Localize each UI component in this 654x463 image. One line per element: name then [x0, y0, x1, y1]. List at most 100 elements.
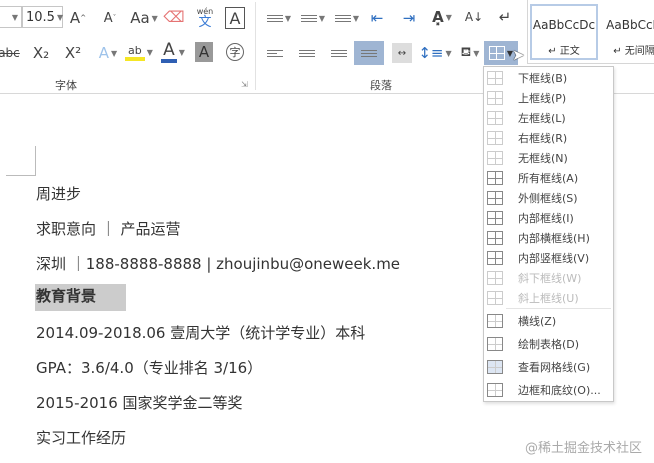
superscript-button[interactable]: X² — [62, 42, 84, 64]
menu-separator — [506, 308, 611, 309]
border-menu-item[interactable]: 下框线(B) — [484, 68, 613, 88]
font-size-dropdown[interactable]: 10.5 ▼ — [22, 6, 63, 28]
distributed-button[interactable]: ↔ — [392, 43, 412, 63]
menu-item-label: 横线(Z) — [518, 315, 557, 328]
border-menu-item[interactable]: 内部框线(I) — [484, 208, 613, 228]
border-option-icon — [487, 251, 503, 265]
border-option-icon — [487, 314, 503, 328]
menu-item-label: 斜下框线(W) — [518, 272, 582, 285]
border-option-icon — [487, 231, 503, 245]
chevron-down-icon: ▼ — [151, 13, 158, 23]
decrease-indent-button[interactable]: ⇤ — [366, 8, 388, 28]
text-effects-button[interactable]: A ▼ — [95, 42, 121, 64]
multilevel-list-button[interactable]: ▼ — [332, 8, 362, 28]
highlight-button[interactable]: ab ▼ — [124, 40, 154, 64]
phonetic-char: 文 — [198, 14, 212, 30]
menu-item-label: 绘制表格(D) — [518, 338, 580, 351]
font-dialog-launcher-icon[interactable]: ⇲ — [241, 80, 248, 89]
border-menu-item[interactable]: 斜上框线(U) — [484, 288, 613, 308]
border-option-icon — [487, 171, 503, 185]
subscript-button[interactable]: X₂ — [30, 42, 52, 64]
strikethrough-button[interactable]: abc — [0, 42, 22, 64]
border-option-icon — [487, 271, 503, 285]
style-name: ↵ 正文 — [548, 46, 580, 57]
font-group-label: 字体 — [55, 79, 77, 92]
border-menu-item[interactable]: 所有框线(A) — [484, 168, 613, 188]
grow-font-icon: A — [69, 9, 81, 27]
bullets-icon — [266, 13, 283, 24]
border-menu-item[interactable]: 边框和底纹(O)... — [484, 380, 613, 400]
show-marks-button[interactable]: ↵ — [494, 6, 516, 28]
bullets-button[interactable]: ▼ — [264, 8, 294, 28]
font-color-icon: A — [161, 41, 177, 63]
menu-item-label: 内部竖框线(V) — [518, 252, 590, 265]
character-border-button[interactable]: A — [225, 7, 245, 29]
shrink-font-button[interactable]: Aˇ — [100, 7, 120, 29]
border-menu-item[interactable]: 横线(Z) — [484, 311, 613, 331]
border-option-icon — [487, 337, 503, 351]
border-menu-item[interactable]: 内部横框线(H) — [484, 228, 613, 248]
menu-item-label: 上框线(P) — [518, 92, 567, 105]
justify-button[interactable] — [354, 41, 384, 65]
doc-education-line[interactable]: 2014.09-2018.06 壹周大学（统计学专业）本科 — [36, 322, 365, 343]
increase-indent-button[interactable]: ⇥ — [398, 8, 420, 28]
doc-heading-experience[interactable]: 实习工作经历 — [36, 427, 126, 448]
align-center-button[interactable] — [296, 44, 318, 62]
shrink-font-icon: A — [103, 10, 113, 26]
font-name-dropdown[interactable]: ▼ — [0, 6, 22, 28]
line-spacing-button[interactable]: ↕≡ ▼ — [418, 42, 451, 64]
border-menu-item[interactable]: 上框线(P) — [484, 88, 613, 108]
border-menu-item[interactable]: 左框线(L) — [484, 108, 613, 128]
style-normal[interactable]: AaBbCcDc ↵ 正文 — [530, 4, 598, 60]
numbering-button[interactable]: ▼ — [298, 8, 328, 28]
clear-formatting-button[interactable]: ⌫ — [163, 6, 185, 28]
border-menu-item[interactable]: 查看网格线(G) — [484, 357, 613, 377]
multilevel-list-icon — [334, 13, 351, 24]
align-right-button[interactable] — [328, 44, 350, 62]
doc-name[interactable]: 周进步 — [36, 183, 81, 204]
menu-item-label: 无框线(N) — [518, 152, 568, 165]
shading-button[interactable]: ⛾ ▼ — [455, 42, 485, 64]
border-menu-item[interactable]: 绘制表格(D) — [484, 334, 613, 354]
border-option-icon — [487, 111, 503, 125]
menu-item-label: 内部横框线(H) — [518, 232, 590, 245]
border-menu-item[interactable]: 内部竖框线(V) — [484, 248, 613, 268]
border-option-icon — [487, 71, 503, 85]
doc-contact[interactable]: 深圳 ｜188-8888-8888 | zhoujinbu@oneweek.me — [36, 253, 400, 274]
character-shading-button[interactable]: A — [195, 42, 213, 62]
border-menu-item[interactable]: 无框线(N) — [484, 148, 613, 168]
font-color-button[interactable]: A ▼ — [158, 40, 188, 64]
grow-font-button[interactable]: A ^ — [68, 7, 88, 29]
chinese-layout-button[interactable]: A͓ ▼ — [427, 6, 457, 28]
border-menu-item[interactable]: 外侧框线(S) — [484, 188, 613, 208]
eraser-icon: ⌫ — [163, 8, 185, 26]
change-case-icon: Aa — [130, 9, 150, 27]
align-left-icon — [267, 48, 283, 59]
align-center-icon — [299, 48, 315, 59]
align-left-button[interactable] — [264, 44, 286, 62]
page-margin-corner — [6, 146, 36, 176]
style-name: ↵ 无间隔 — [613, 46, 654, 57]
doc-job-intent[interactable]: 求职意向 ｜ 产品运营 — [36, 218, 181, 239]
phonetic-guide-button[interactable]: wén 文 — [195, 5, 215, 31]
chevron-down-icon: ▼ — [111, 48, 118, 58]
border-menu-item[interactable]: 斜下框线(W) — [484, 268, 613, 288]
border-menu-item[interactable]: 右框线(R) — [484, 128, 613, 148]
menu-item-label: 右框线(R) — [518, 132, 568, 145]
doc-award-line[interactable]: 2015-2016 国家奖学金二等奖 — [36, 392, 243, 413]
enclose-characters-button[interactable]: 字 — [226, 43, 244, 61]
border-option-icon — [487, 191, 503, 205]
change-case-button[interactable]: Aa ▼ — [130, 7, 158, 29]
sort-button[interactable]: A↓ — [464, 6, 484, 28]
character-border-icon: A — [229, 8, 241, 28]
menu-item-label: 斜上框线(U) — [518, 292, 579, 305]
distributed-icon: ↔ — [397, 47, 407, 59]
style-preview: AaBbCcDc — [532, 18, 596, 32]
paint-bucket-icon: ⛾ — [460, 44, 472, 60]
borders-dropdown-menu: 下框线(B) 上框线(P) 左框线(L) 右框线(R) 无框线(N) 所有框线(A) 外侧框… — [483, 66, 614, 402]
style-no-spacing[interactable]: AaBbCcD ↵ 无间隔 — [600, 4, 654, 60]
border-option-icon — [487, 131, 503, 145]
border-option-icon — [487, 91, 503, 105]
doc-gpa-line[interactable]: GPA：3.6/4.0（专业排名 3/16） — [36, 357, 262, 378]
doc-heading-education[interactable]: 教育背景 — [35, 284, 127, 311]
